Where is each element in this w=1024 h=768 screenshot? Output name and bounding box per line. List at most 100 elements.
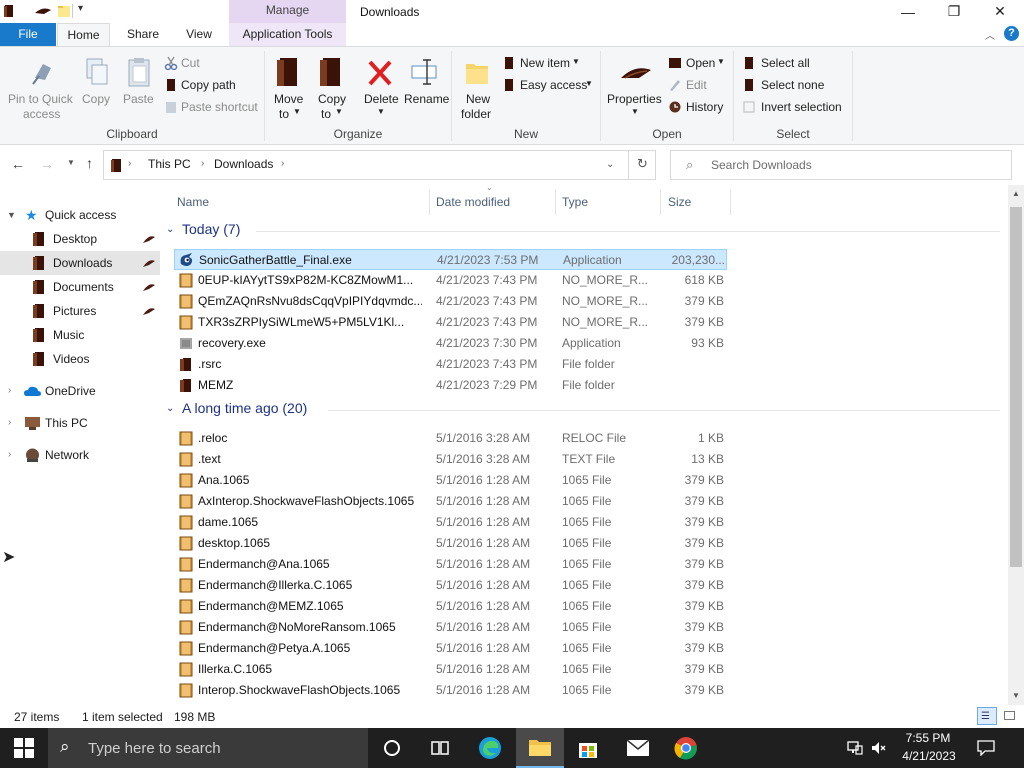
cortana-button[interactable]	[368, 728, 416, 768]
details-view-button[interactable]: ☰	[977, 707, 997, 725]
column-type[interactable]: Type	[562, 195, 588, 209]
nav-item-downloads[interactable]: Downloads	[0, 251, 160, 275]
chevron-down-icon[interactable]: ⌄	[166, 403, 174, 414]
address-history-icon[interactable]: ⌄	[606, 159, 614, 170]
clock-time[interactable]: 7:55 PM	[903, 731, 953, 745]
refresh-button[interactable]: ↻	[628, 150, 656, 180]
file-row[interactable]: .text 5/1/2016 3:28 AM TEXT File 13 KB	[174, 449, 727, 470]
vertical-scrollbar[interactable]: ▲ ▼	[1008, 185, 1024, 705]
scroll-thumb[interactable]	[1010, 207, 1022, 567]
easy-access-button[interactable]: Easy access	[520, 78, 587, 92]
address-bar[interactable]: › This PC › Downloads › ⌄	[103, 150, 656, 180]
paste-shortcut-button[interactable]: Paste shortcut	[181, 100, 258, 114]
nav-item-desktop[interactable]: Desktop	[0, 227, 160, 251]
breadcrumb-this-pc[interactable]: This PC	[148, 157, 191, 171]
nav-quick-access[interactable]: ▼ ★ Quick access	[0, 203, 160, 227]
file-row[interactable]: Endermanch@MEMZ.1065 5/1/2016 1:28 AM 1065…	[174, 596, 727, 617]
nav-item-music[interactable]: Music	[0, 323, 160, 347]
file-row[interactable]: Endermanch@Petya.A.1065 5/1/2016 1:28 AM 1…	[174, 638, 727, 659]
large-icons-view-button[interactable]	[1000, 707, 1020, 725]
nav-item-pictures[interactable]: Pictures	[0, 299, 160, 323]
file-row[interactable]: SonicGatherBattle_Final.exe 4/21/2023 7:5…	[174, 249, 727, 270]
scroll-down-icon[interactable]: ▼	[1012, 691, 1020, 700]
file-row[interactable]: QEmZAQnRsNvu8dsCqqVpIPIYdqvmdc... 4/21/20…	[174, 291, 727, 312]
new-folder-button[interactable]: New	[466, 92, 490, 106]
chevron-right-icon[interactable]: ›	[8, 443, 11, 467]
tab-home[interactable]: Home	[57, 23, 110, 46]
file-row[interactable]: recovery.exe 4/21/2023 7:30 PM Application…	[174, 333, 727, 354]
properties-button[interactable]: Properties	[607, 92, 662, 106]
back-icon[interactable]: ←	[11, 156, 25, 172]
start-button[interactable]	[0, 728, 48, 768]
tab-share[interactable]: Share	[116, 23, 170, 46]
file-row[interactable]: 0EUP-kIAYytTS9xP82M-KC8ZMowM1... 4/21/202…	[174, 270, 727, 291]
nav-network[interactable]: › Network	[0, 443, 160, 467]
nav-item-videos[interactable]: Videos	[0, 347, 160, 371]
file-explorer-button[interactable]	[516, 728, 564, 768]
file-row[interactable]: Interop.ShockwaveFlashObjects.1065 5/1/20…	[174, 680, 727, 701]
rename-button[interactable]: Rename	[404, 92, 449, 106]
properties-icon[interactable]	[34, 4, 52, 18]
forward-icon[interactable]: →	[40, 156, 54, 172]
scroll-up-icon[interactable]: ▲	[1012, 189, 1020, 198]
maximize-button[interactable]: ❐	[931, 0, 977, 23]
file-row[interactable]: Illerka.C.1065 5/1/2016 1:28 AM 1065 File 3…	[174, 659, 727, 680]
history-button[interactable]: History	[686, 100, 723, 114]
file-row[interactable]: desktop.1065 5/1/2016 1:28 AM 1065 File 379…	[174, 533, 727, 554]
copy-to-button[interactable]: Copy	[318, 92, 346, 106]
taskbar-search-input[interactable]: Type here to search	[88, 740, 221, 757]
file-row[interactable]: .reloc 5/1/2016 3:28 AM RELOC File 1 KB	[174, 428, 727, 449]
column-separator[interactable]	[555, 189, 556, 215]
tab-view[interactable]: View	[174, 23, 224, 46]
file-row[interactable]: .rsrc 4/21/2023 7:43 PM File folder	[174, 354, 727, 375]
network-tray-icon[interactable]	[847, 741, 863, 755]
new-folder-icon[interactable]	[57, 4, 71, 18]
edit-button[interactable]: Edit	[686, 78, 707, 92]
tab-application-tools[interactable]: Application Tools	[229, 23, 346, 46]
store-button[interactable]	[564, 728, 612, 768]
new-item-button[interactable]: New item	[520, 56, 570, 70]
nav-item-documents[interactable]: Documents	[0, 275, 160, 299]
column-separator[interactable]	[429, 189, 430, 215]
minimize-button[interactable]: —	[885, 0, 931, 23]
group-header[interactable]: Today (7)	[182, 221, 240, 237]
file-row[interactable]: dame.1065 5/1/2016 1:28 AM 1065 File 379 KB	[174, 512, 727, 533]
chevron-down-icon[interactable]: ▼	[7, 203, 16, 227]
tab-file[interactable]: File	[0, 23, 56, 46]
close-button[interactable]: ✕	[977, 0, 1023, 23]
chevron-right-icon[interactable]: ›	[8, 411, 11, 435]
up-icon[interactable]: ↑	[86, 155, 93, 171]
paste-button[interactable]: Paste	[123, 92, 154, 106]
mail-button[interactable]	[614, 728, 662, 768]
select-none-button[interactable]: Select none	[761, 78, 824, 92]
file-row[interactable]: Endermanch@NoMoreRansom.1065 5/1/2016 1:2…	[174, 617, 727, 638]
invert-selection-button[interactable]: Invert selection	[761, 100, 842, 114]
column-size[interactable]: Size	[668, 195, 691, 209]
search-box[interactable]: ⌕ Search Downloads	[670, 150, 1012, 180]
cut-button[interactable]: Cut	[181, 56, 200, 70]
open-button[interactable]: Open	[686, 56, 715, 70]
chevron-down-icon[interactable]: ⌄	[166, 224, 174, 235]
column-separator[interactable]	[660, 189, 661, 215]
notifications-icon[interactable]	[977, 740, 995, 756]
column-separator[interactable]	[730, 189, 731, 215]
edge-button[interactable]	[466, 728, 514, 768]
column-name[interactable]: Name	[177, 195, 209, 209]
ribbon-collapse-icon[interactable]: ︿	[985, 27, 995, 42]
file-row[interactable]: MEMZ 4/21/2023 7:29 PM File folder	[174, 375, 727, 396]
pin-quick-access-button[interactable]: Pin to Quick	[8, 92, 73, 106]
select-all-button[interactable]: Select all	[761, 56, 810, 70]
recent-locations-icon[interactable]: ▼	[67, 158, 75, 167]
delete-button[interactable]: Delete	[364, 92, 399, 106]
group-header[interactable]: A long time ago (20)	[182, 400, 307, 416]
nav-onedrive[interactable]: › OneDrive	[0, 379, 160, 403]
clock-date[interactable]: 4/21/2023	[896, 749, 962, 763]
file-row[interactable]: TXR3sZRPIySiWLmeW5+PM5LV1Kl... 4/21/2023 …	[174, 312, 727, 333]
copy-path-button[interactable]: Copy path	[181, 78, 236, 92]
taskbar-search-box[interactable]: ⌕ Type here to search	[48, 728, 368, 768]
help-icon[interactable]: ?	[1004, 26, 1019, 41]
volume-muted-icon[interactable]	[871, 741, 887, 755]
file-row[interactable]: AxInterop.ShockwaveFlashObjects.1065 5/1/…	[174, 491, 727, 512]
breadcrumb-downloads[interactable]: Downloads	[214, 157, 273, 171]
task-view-button[interactable]	[416, 728, 464, 768]
